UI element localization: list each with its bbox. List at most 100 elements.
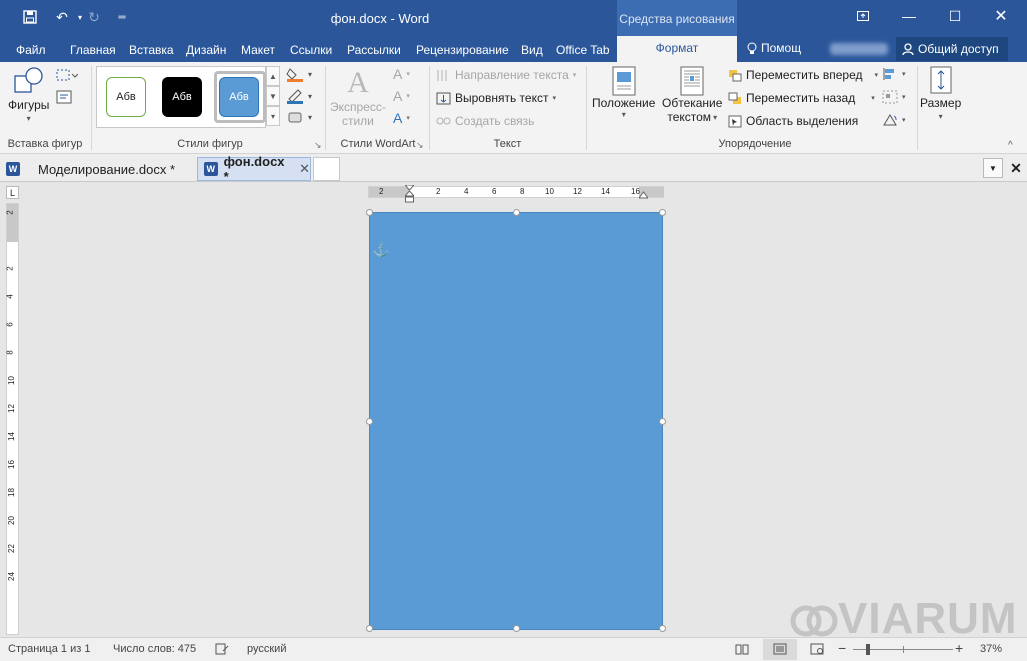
selection-pane-icon <box>728 115 742 127</box>
gallery-up-icon[interactable]: ▲ <box>266 66 280 86</box>
shape-style-black[interactable]: Абв <box>162 77 202 117</box>
dialog-launcher-icon[interactable]: ↘ <box>314 140 322 151</box>
ruler-tick: 14 <box>601 187 610 196</box>
dialog-launcher-icon[interactable]: ↘ <box>416 140 424 151</box>
shape-style-outline[interactable]: Абв <box>106 77 146 117</box>
share-button[interactable]: Общий доступ <box>896 37 1008 61</box>
zoom-in-icon[interactable]: + <box>955 640 963 656</box>
quick-styles-button[interactable]: A Экспресс- стили <box>330 66 386 128</box>
position-button[interactable]: Положение ▾ <box>592 66 655 119</box>
lightbulb-icon <box>747 42 757 55</box>
close-icon[interactable]: ✕ <box>978 0 1024 32</box>
shapes-icon <box>14 67 43 93</box>
close-tab-icon[interactable]: ✕ <box>299 161 310 177</box>
tab-mailings[interactable]: Рассылки <box>341 40 407 62</box>
ribbon-display-options-icon[interactable] <box>840 0 886 32</box>
resize-handle-left[interactable] <box>366 418 373 425</box>
text-direction-button[interactable]: Направление текста ▾ <box>436 68 576 82</box>
align-text-button[interactable]: Выровнять текст ▾ <box>436 91 556 105</box>
text-effects-icon[interactable]: A ▾ <box>393 110 410 126</box>
doc-tab-label: Моделирование.docx * <box>38 161 176 177</box>
group-objects-icon[interactable]: ▾ <box>882 90 906 104</box>
wrap-text-button[interactable]: Обтекание текстом ▾ <box>662 66 722 124</box>
print-layout-icon[interactable] <box>773 643 787 655</box>
tab-design[interactable]: Дизайн <box>180 40 232 62</box>
tab-file[interactable]: Файл <box>10 40 52 62</box>
horizontal-ruler[interactable]: 2 2 4 6 8 10 12 14 16 <box>368 185 664 203</box>
background-rectangle-shape[interactable]: ⚓ <box>366 209 666 632</box>
zoom-slider-thumb[interactable] <box>866 644 870 655</box>
indent-marker-icon[interactable] <box>405 185 414 203</box>
zoom-slider-center-tick <box>903 646 904 653</box>
shape-fill-button[interactable]: ▾ <box>286 66 312 82</box>
gallery-down-icon[interactable]: ▼ <box>266 86 280 106</box>
group-separator <box>586 66 587 150</box>
text-outline-icon[interactable]: A ▾ <box>393 88 410 104</box>
text-direction-icon <box>437 69 447 81</box>
resize-handle-top-right[interactable] <box>659 209 666 216</box>
resize-handle-top[interactable] <box>513 209 520 216</box>
send-backward-icon <box>728 92 741 104</box>
tab-office-tab[interactable]: Office Tab <box>550 40 616 62</box>
align-objects-icon[interactable]: ▾ <box>882 67 906 81</box>
rotate-objects-icon[interactable]: ▾ <box>882 113 906 127</box>
tab-review[interactable]: Рецензирование <box>410 40 515 62</box>
size-icon <box>930 66 952 94</box>
resize-handle-bottom-right[interactable] <box>659 625 666 632</box>
align-text-label: Выровнять текст <box>455 91 549 105</box>
tab-layout[interactable]: Макет <box>235 40 281 62</box>
tab-home[interactable]: Главная <box>64 40 122 62</box>
right-indent-marker-icon[interactable] <box>639 191 648 199</box>
tab-selector-icon[interactable]: L <box>6 186 19 199</box>
close-document-icon[interactable]: ✕ <box>1006 158 1026 178</box>
gallery-more-icon[interactable]: ▾ <box>266 106 280 126</box>
tab-references[interactable]: Ссылки <box>284 40 338 62</box>
resize-handle-right[interactable] <box>659 418 666 425</box>
zoom-level[interactable]: 37% <box>980 643 1002 655</box>
send-backward-button[interactable]: Переместить назад ▾ <box>728 91 875 105</box>
size-button[interactable]: Размер ▾ <box>920 66 961 121</box>
tab-list-dropdown-icon[interactable]: ▼ <box>983 158 1003 178</box>
collapse-ribbon-icon[interactable]: ^ <box>1008 140 1013 151</box>
tab-format[interactable]: Формат <box>617 36 737 62</box>
tab-insert[interactable]: Вставка <box>123 40 180 62</box>
proofing-icon[interactable] <box>215 643 229 655</box>
doc-tab-modeling[interactable]: W Моделирование.docx * <box>0 157 195 181</box>
shapes-button[interactable]: Фигуры ▾ <box>8 66 49 123</box>
group-wordart-label: Стили WordArt <box>340 138 416 150</box>
group-shape-styles-label: Стили фигур <box>177 138 243 150</box>
selection-pane-button[interactable]: Область выделения <box>728 114 858 128</box>
page-count[interactable]: Страница 1 из 1 <box>8 643 90 655</box>
resize-handle-bottom[interactable] <box>513 625 520 632</box>
document-tabs-bar: W Моделирование.docx * W фон.docx * ✕ ▼ … <box>0 154 1027 184</box>
shape-style-blue[interactable]: Абв <box>219 77 259 117</box>
shape-outline-button[interactable]: ▾ <box>286 88 312 104</box>
text-box-button[interactable] <box>56 90 72 104</box>
edit-shape-button[interactable] <box>56 68 78 82</box>
title-bar: ↶ ▾ ↻ ═ фон.docx - Word Средства рисован… <box>0 0 1027 36</box>
chevron-down-icon: ▾ <box>871 95 875 102</box>
doc-tab-fon[interactable]: W фон.docx * ✕ <box>197 154 311 184</box>
word-count[interactable]: Число слов: 475 <box>113 643 196 655</box>
web-layout-icon[interactable] <box>810 643 824 655</box>
maximize-icon[interactable]: ☐ <box>932 0 978 32</box>
vertical-ruler[interactable]: 2 2 4 6 8 10 12 14 16 18 20 22 24 <box>6 203 19 635</box>
wordart-a-icon: A <box>347 66 369 99</box>
resize-handle-bottom-left[interactable] <box>366 625 373 632</box>
group-insert-shapes-label: Вставка фигур <box>7 138 83 150</box>
shape-effects-button[interactable]: ▾ <box>286 110 312 124</box>
tell-me-box[interactable]: Помощ <box>747 41 801 55</box>
bring-forward-button[interactable]: Переместить вперед ▾ <box>728 68 878 82</box>
resize-handle-top-left[interactable] <box>366 209 373 216</box>
zoom-out-icon[interactable]: − <box>838 640 846 656</box>
minimize-icon[interactable]: — <box>886 0 932 32</box>
tab-view[interactable]: Вид <box>515 40 549 62</box>
create-link-button[interactable]: Создать связь <box>436 114 534 128</box>
edit-points-icon <box>56 69 78 81</box>
chevron-down-icon: ▾ <box>308 69 313 79</box>
language[interactable]: русский <box>247 643 286 655</box>
ruler-tick: 10 <box>545 187 554 196</box>
new-tab-button[interactable] <box>313 157 340 181</box>
text-fill-icon[interactable]: A ▾ <box>393 66 410 82</box>
read-mode-icon[interactable] <box>735 643 749 655</box>
